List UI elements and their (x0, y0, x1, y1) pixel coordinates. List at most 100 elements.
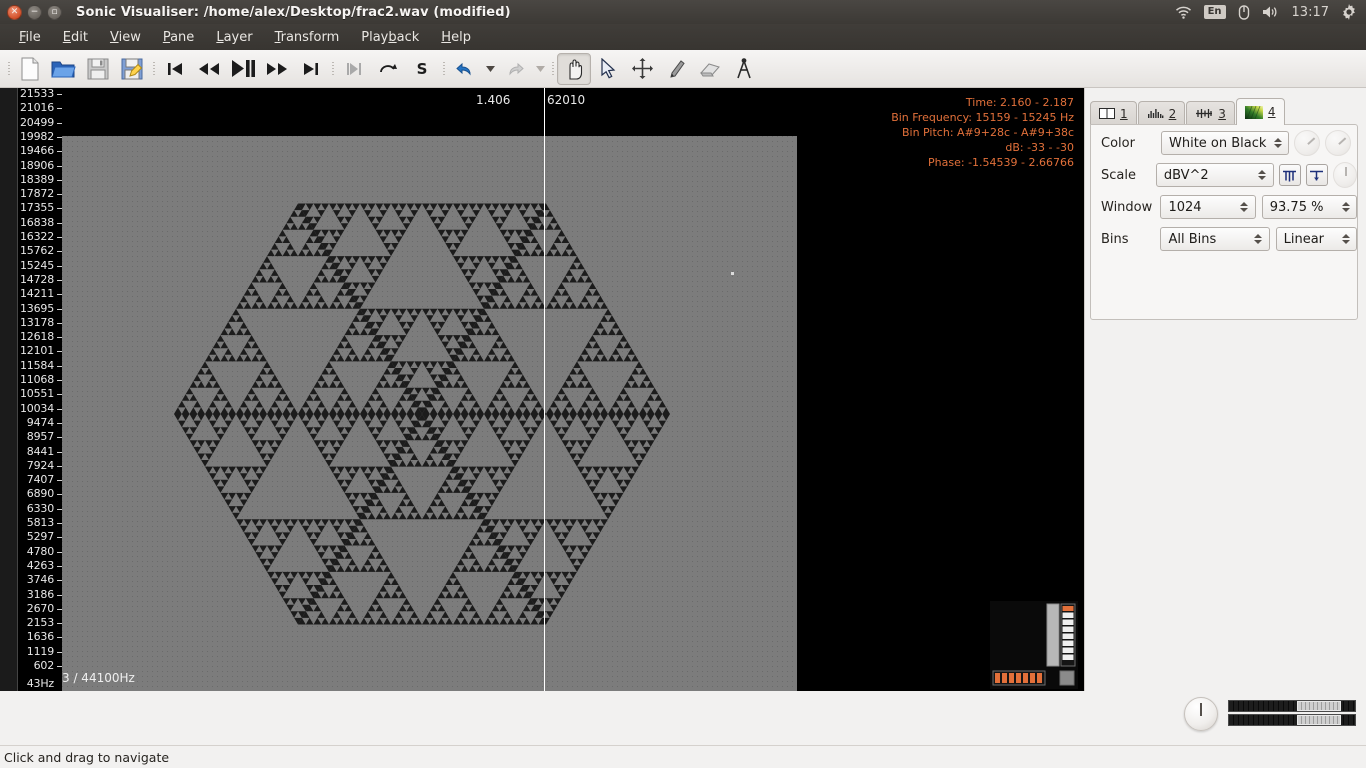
spectrogram-icon (1245, 106, 1263, 119)
draw-tool-icon[interactable] (659, 53, 693, 85)
frequency-axis: 2153321016204991998219466189061838917872… (0, 88, 62, 693)
step-to-next-icon[interactable] (337, 53, 371, 85)
window-overlap-spinner-icon[interactable] (1339, 202, 1352, 212)
erase-tool-icon[interactable] (693, 53, 727, 85)
clock[interactable]: 13:17 (1292, 5, 1329, 20)
frequency-tick-label: 602 (34, 660, 54, 671)
gain-knob[interactable] (1294, 130, 1320, 156)
window-size-select[interactable]: 1024 (1160, 195, 1255, 219)
bins-value: All Bins (1168, 232, 1247, 247)
tab-pane-2[interactable]: 2 (1138, 101, 1186, 125)
frequency-tick-label: 12101 (20, 345, 54, 356)
colour-rotation-knob[interactable] (1333, 162, 1357, 188)
measure-readout-overlay: Time: 2.160 - 2.187 Bin Frequency: 15159… (885, 92, 1080, 173)
meter-right-channel[interactable] (1228, 714, 1356, 726)
scale-spinner-icon[interactable] (1256, 170, 1269, 180)
frequency-tick-label: 20499 (20, 117, 54, 128)
measure-tool-icon[interactable] (727, 53, 761, 85)
window-overlap-select[interactable]: 93.75 % (1262, 195, 1357, 219)
bluetooth-icon[interactable] (1238, 5, 1250, 20)
menu-item-transform[interactable]: Transform (264, 27, 351, 48)
save-session-icon[interactable] (81, 53, 115, 85)
frequency-axis-strip[interactable] (0, 88, 18, 693)
menu-item-help[interactable]: Help (430, 27, 482, 48)
frequency-tick-label: 4780 (27, 546, 54, 557)
navigate-tool-icon[interactable] (557, 53, 591, 85)
tab-pane-1[interactable]: 1 (1090, 101, 1137, 125)
frequency-tick-label: 15762 (20, 245, 54, 256)
new-session-icon[interactable] (13, 53, 47, 85)
menu-item-playback[interactable]: Playback (350, 27, 430, 48)
scale-select[interactable]: dBV^2 (1156, 163, 1274, 187)
fast-forward-to-end-icon[interactable] (294, 53, 328, 85)
menu-item-pane[interactable]: Pane (152, 27, 205, 48)
rewind-to-start-icon[interactable] (158, 53, 192, 85)
undo-dropdown-icon[interactable] (482, 54, 498, 84)
menu-item-file[interactable]: FFileile (8, 27, 52, 48)
playhead-cursor[interactable] (544, 88, 545, 693)
frequency-tick-label: 8441 (27, 446, 54, 457)
meter-left-channel[interactable] (1228, 700, 1356, 712)
open-file-icon[interactable] (47, 53, 81, 85)
fast-forward-icon[interactable] (260, 53, 294, 85)
frequency-tick-label: 18906 (20, 160, 54, 171)
undo-icon[interactable] (448, 53, 482, 85)
play-pause-icon[interactable] (226, 53, 260, 85)
gear-icon[interactable] (1341, 4, 1357, 20)
frequency-tick-label: 11068 (20, 374, 54, 385)
window-size-spinner-icon[interactable] (1238, 202, 1251, 212)
maximize-icon[interactable]: ▫ (47, 5, 62, 20)
svg-text:S: S (417, 60, 428, 78)
loop-playback-icon[interactable] (371, 53, 405, 85)
tab-pane-4[interactable]: 4 (1236, 98, 1285, 125)
select-tool-icon[interactable] (591, 53, 625, 85)
menu-item-view[interactable]: View (99, 27, 152, 48)
toolbar-handle-extra[interactable] (328, 56, 337, 82)
normalize-columns-icon[interactable] (1279, 164, 1301, 186)
threshold-knob[interactable] (1325, 130, 1351, 156)
frequency-tick-label: 1119 (27, 646, 54, 657)
color-select[interactable]: White on Black (1161, 131, 1289, 155)
color-label: Color (1101, 136, 1161, 151)
color-spinner-icon[interactable] (1271, 138, 1284, 148)
toolbar-handle-edit[interactable] (439, 56, 448, 82)
menu-item-layer[interactable]: Layer (205, 27, 263, 48)
redo-dropdown-icon[interactable] (532, 54, 548, 84)
frequency-tick-label: 2153 (27, 617, 54, 628)
frequency-tick-label: 17872 (20, 188, 54, 199)
save-session-as-icon[interactable] (115, 53, 149, 85)
wifi-icon[interactable] (1175, 6, 1192, 19)
time-ruler-right-label: 62010 (547, 93, 585, 107)
pane-layout-icon (1099, 108, 1115, 119)
playback-level-knob[interactable] (1184, 697, 1218, 731)
frequency-tick-label: 15245 (20, 260, 54, 271)
pane-minimap[interactable] (990, 601, 1078, 689)
frequency-tick-label: 16322 (20, 231, 54, 242)
toolbar-handle-playback[interactable] (149, 56, 158, 82)
bin-scale-spinner-icon[interactable] (1339, 234, 1352, 244)
frequency-tick-label: 9474 (27, 417, 54, 428)
property-row-bins: Bins All Bins Linear (1091, 225, 1357, 253)
tab-pane-3[interactable]: 3 (1186, 101, 1235, 125)
edit-tool-icon[interactable] (625, 53, 659, 85)
rewind-icon[interactable] (192, 53, 226, 85)
toolbar-handle-file[interactable] (4, 56, 13, 82)
redo-icon[interactable] (498, 53, 532, 85)
normalize-visible-icon[interactable] (1306, 164, 1328, 186)
menu-item-edit[interactable]: Edit (52, 27, 99, 48)
frequency-axis-bottom-label: 43Hz (27, 678, 54, 689)
solo-current-pane-icon[interactable]: S (405, 53, 439, 85)
bins-select[interactable]: All Bins (1160, 227, 1269, 251)
bin-scale-select[interactable]: Linear (1276, 227, 1357, 251)
close-icon[interactable]: ✕ (7, 5, 22, 20)
minimize-icon[interactable]: − (27, 5, 42, 20)
time-ruler-left-label: 1.406 (476, 93, 510, 107)
toolbar-handle-tools[interactable] (548, 56, 557, 82)
bins-spinner-icon[interactable] (1252, 234, 1265, 244)
spectrogram-image-area[interactable] (62, 136, 1084, 693)
frequency-tick-label: 12618 (20, 331, 54, 342)
keyboard-layout-indicator[interactable]: En (1204, 5, 1226, 19)
spectrogram-canvas[interactable]: 1.406 62010 (62, 88, 1084, 693)
volume-icon[interactable] (1262, 5, 1280, 19)
frequency-tick-label: 21533 (20, 88, 54, 99)
